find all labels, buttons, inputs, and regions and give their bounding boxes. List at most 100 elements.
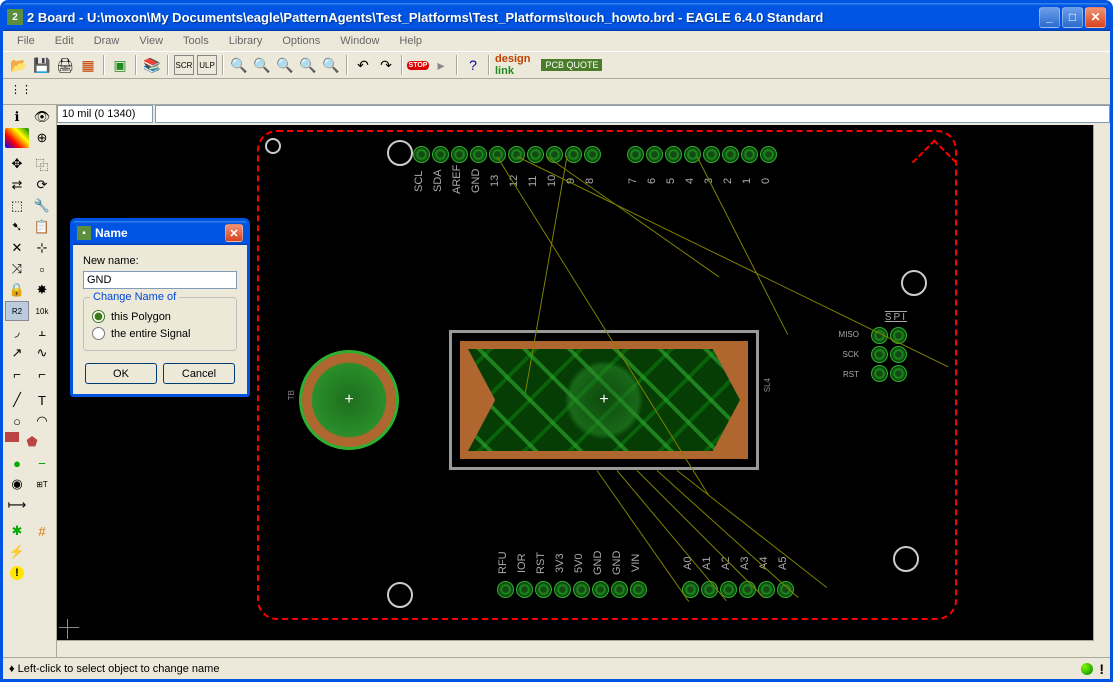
menu-file[interactable]: File	[9, 33, 43, 49]
rotate-tool-icon[interactable]: ⟳	[30, 175, 54, 195]
ripup-tool-icon[interactable]: ⌐	[30, 364, 54, 384]
arc-tool-icon[interactable]: ◠	[30, 411, 54, 431]
show-tool-icon[interactable]: 👁	[30, 107, 54, 127]
cut-tool-icon[interactable]: ➷	[5, 217, 29, 237]
status-text: ♦ Left-click to select object to change …	[9, 663, 219, 675]
via-tool-icon[interactable]: ●	[5, 453, 29, 473]
menu-library[interactable]: Library	[221, 33, 271, 49]
app-icon: 2	[7, 9, 23, 25]
pcbquote-button[interactable]: PCB QUOTE	[541, 59, 602, 71]
window-title: 2 Board - U:\moxon\My Documents\eagle\Pa…	[27, 10, 1039, 25]
cancel-button[interactable]: Cancel	[163, 363, 235, 384]
pin-header-top-b	[627, 146, 777, 163]
print-icon[interactable]: 🖨	[55, 55, 75, 75]
open-icon[interactable]: 📂	[9, 55, 29, 75]
zoom-out-icon[interactable]: 🔍	[275, 55, 295, 75]
miter-tool-icon[interactable]: ◞	[5, 322, 29, 342]
menubar: File Edit Draw View Tools Library Option…	[3, 31, 1110, 51]
add-tool-icon[interactable]: ⊹	[30, 238, 54, 258]
menu-edit[interactable]: Edit	[47, 33, 82, 49]
close-button[interactable]: ✕	[1085, 7, 1106, 28]
pin-header-spi	[871, 327, 907, 382]
move-tool-icon[interactable]: ✥	[5, 154, 29, 174]
ulp-icon[interactable]: ULP	[197, 55, 217, 75]
split-tool-icon[interactable]: ⫠	[30, 322, 54, 342]
circle-tool-icon[interactable]: ○	[5, 411, 29, 431]
radio-signal[interactable]: the entire Signal	[92, 327, 228, 340]
display-tool-icon[interactable]	[5, 128, 29, 148]
smash-tool-icon[interactable]: ✸	[30, 280, 54, 300]
origin-marker	[59, 619, 79, 639]
tool-palette: ℹ👁 ⊕ ✥⿻ ⇄⟳ ⬚🔧 ➷📋 ✕⊹ ⤨▫ 🔒✸ R210k ◞⫠ ↗∿ ⌐⌐…	[3, 105, 57, 657]
mounting-hole	[387, 582, 413, 608]
name-tool-icon[interactable]: R2	[5, 301, 29, 321]
dimension-tool-icon[interactable]: ⟼	[5, 495, 29, 515]
value-tool-icon[interactable]: 10k	[30, 301, 54, 321]
group-tool-icon[interactable]: ⬚	[5, 196, 29, 216]
ok-button[interactable]: OK	[85, 363, 157, 384]
minimize-button[interactable]: _	[1039, 7, 1060, 28]
menu-view[interactable]: View	[131, 33, 171, 49]
group-title: Change Name of	[90, 291, 179, 303]
pinswap-tool-icon[interactable]: ⤨	[5, 259, 29, 279]
mounting-hole	[893, 546, 919, 572]
status-warning-icon[interactable]: !	[1099, 661, 1104, 677]
mirror-tool-icon[interactable]: ⇄	[5, 175, 29, 195]
board-icon[interactable]: ▣	[110, 55, 130, 75]
pin-header-bot-a	[497, 581, 647, 598]
radio-polygon[interactable]: this Polygon	[92, 310, 228, 323]
app-window: 2 2 Board - U:\moxon\My Documents\eagle\…	[0, 0, 1113, 682]
main-toolbar: 📂 💾 🖨 ▦ ▣ 📚 SCR ULP 🔍 🔍 🔍 🔍 🔍 ↶ ↷ STOP ▸…	[3, 51, 1110, 79]
menu-options[interactable]: Options	[274, 33, 328, 49]
lock-tool-icon[interactable]: 🔒	[5, 280, 29, 300]
use-icon[interactable]: 📚	[142, 55, 162, 75]
copy-tool-icon[interactable]: ⿻	[30, 154, 54, 174]
zoom-redraw-icon[interactable]: 🔍	[298, 55, 318, 75]
rect-tool-icon[interactable]	[5, 432, 19, 442]
paste-tool-icon[interactable]: 📋	[30, 217, 54, 237]
drc-tool-icon[interactable]	[30, 542, 54, 562]
menu-draw[interactable]: Draw	[86, 33, 128, 49]
meander-tool-icon[interactable]: ∿	[30, 343, 54, 363]
menu-help[interactable]: Help	[391, 33, 430, 49]
auto-tool-icon[interactable]: #	[30, 521, 54, 541]
text-tool-icon[interactable]: T	[30, 390, 54, 410]
errors-tool-icon[interactable]: !	[5, 563, 29, 583]
delete-tool-icon[interactable]: ✕	[5, 238, 29, 258]
wire-tool-icon[interactable]: ╱	[5, 390, 29, 410]
scr-icon[interactable]: SCR	[174, 55, 194, 75]
menu-window[interactable]: Window	[332, 33, 387, 49]
signal-tool-icon[interactable]: ⎯	[30, 453, 54, 473]
dialog-close-button[interactable]: ✕	[225, 224, 243, 242]
help-icon[interactable]: ?	[463, 55, 483, 75]
maximize-button[interactable]: □	[1062, 7, 1083, 28]
dimension2-tool-icon[interactable]	[30, 495, 54, 515]
newname-input[interactable]	[83, 271, 237, 289]
mark-tool-icon[interactable]: ⊕	[30, 128, 54, 148]
go-icon[interactable]: ▸	[431, 55, 451, 75]
route-tool-icon[interactable]: ⌐	[5, 364, 29, 384]
zoom-select-icon[interactable]: 🔍	[321, 55, 341, 75]
zoom-fit-icon[interactable]: 🔍	[229, 55, 249, 75]
mounting-hole	[265, 138, 281, 154]
ratsnest-tool-icon[interactable]: ✱	[5, 521, 29, 541]
cam-icon[interactable]: ▦	[78, 55, 98, 75]
grid-icon[interactable]: ⋮⋮	[9, 82, 33, 102]
stop-icon[interactable]: STOP	[408, 55, 428, 75]
coord-display[interactable]	[57, 105, 153, 123]
attribute-tool-icon[interactable]: ⊞T	[30, 474, 54, 494]
hole-tool-icon[interactable]: ◉	[5, 474, 29, 494]
zoom-in-icon[interactable]: 🔍	[252, 55, 272, 75]
save-icon[interactable]: 💾	[32, 55, 52, 75]
replace-tool-icon[interactable]: ▫	[30, 259, 54, 279]
redo-icon[interactable]: ↷	[376, 55, 396, 75]
info-tool-icon[interactable]: ℹ	[5, 107, 29, 127]
designlink-button[interactable]: designlink	[495, 53, 530, 77]
menu-tools[interactable]: Tools	[175, 33, 217, 49]
command-input[interactable]	[155, 105, 1110, 123]
erc-tool-icon[interactable]: ⚡	[5, 542, 29, 562]
change-tool-icon[interactable]: 🔧	[30, 196, 54, 216]
optimize-tool-icon[interactable]: ↗	[5, 343, 29, 363]
undo-icon[interactable]: ↶	[353, 55, 373, 75]
polygon-tool-icon[interactable]: ⬟	[20, 432, 44, 452]
